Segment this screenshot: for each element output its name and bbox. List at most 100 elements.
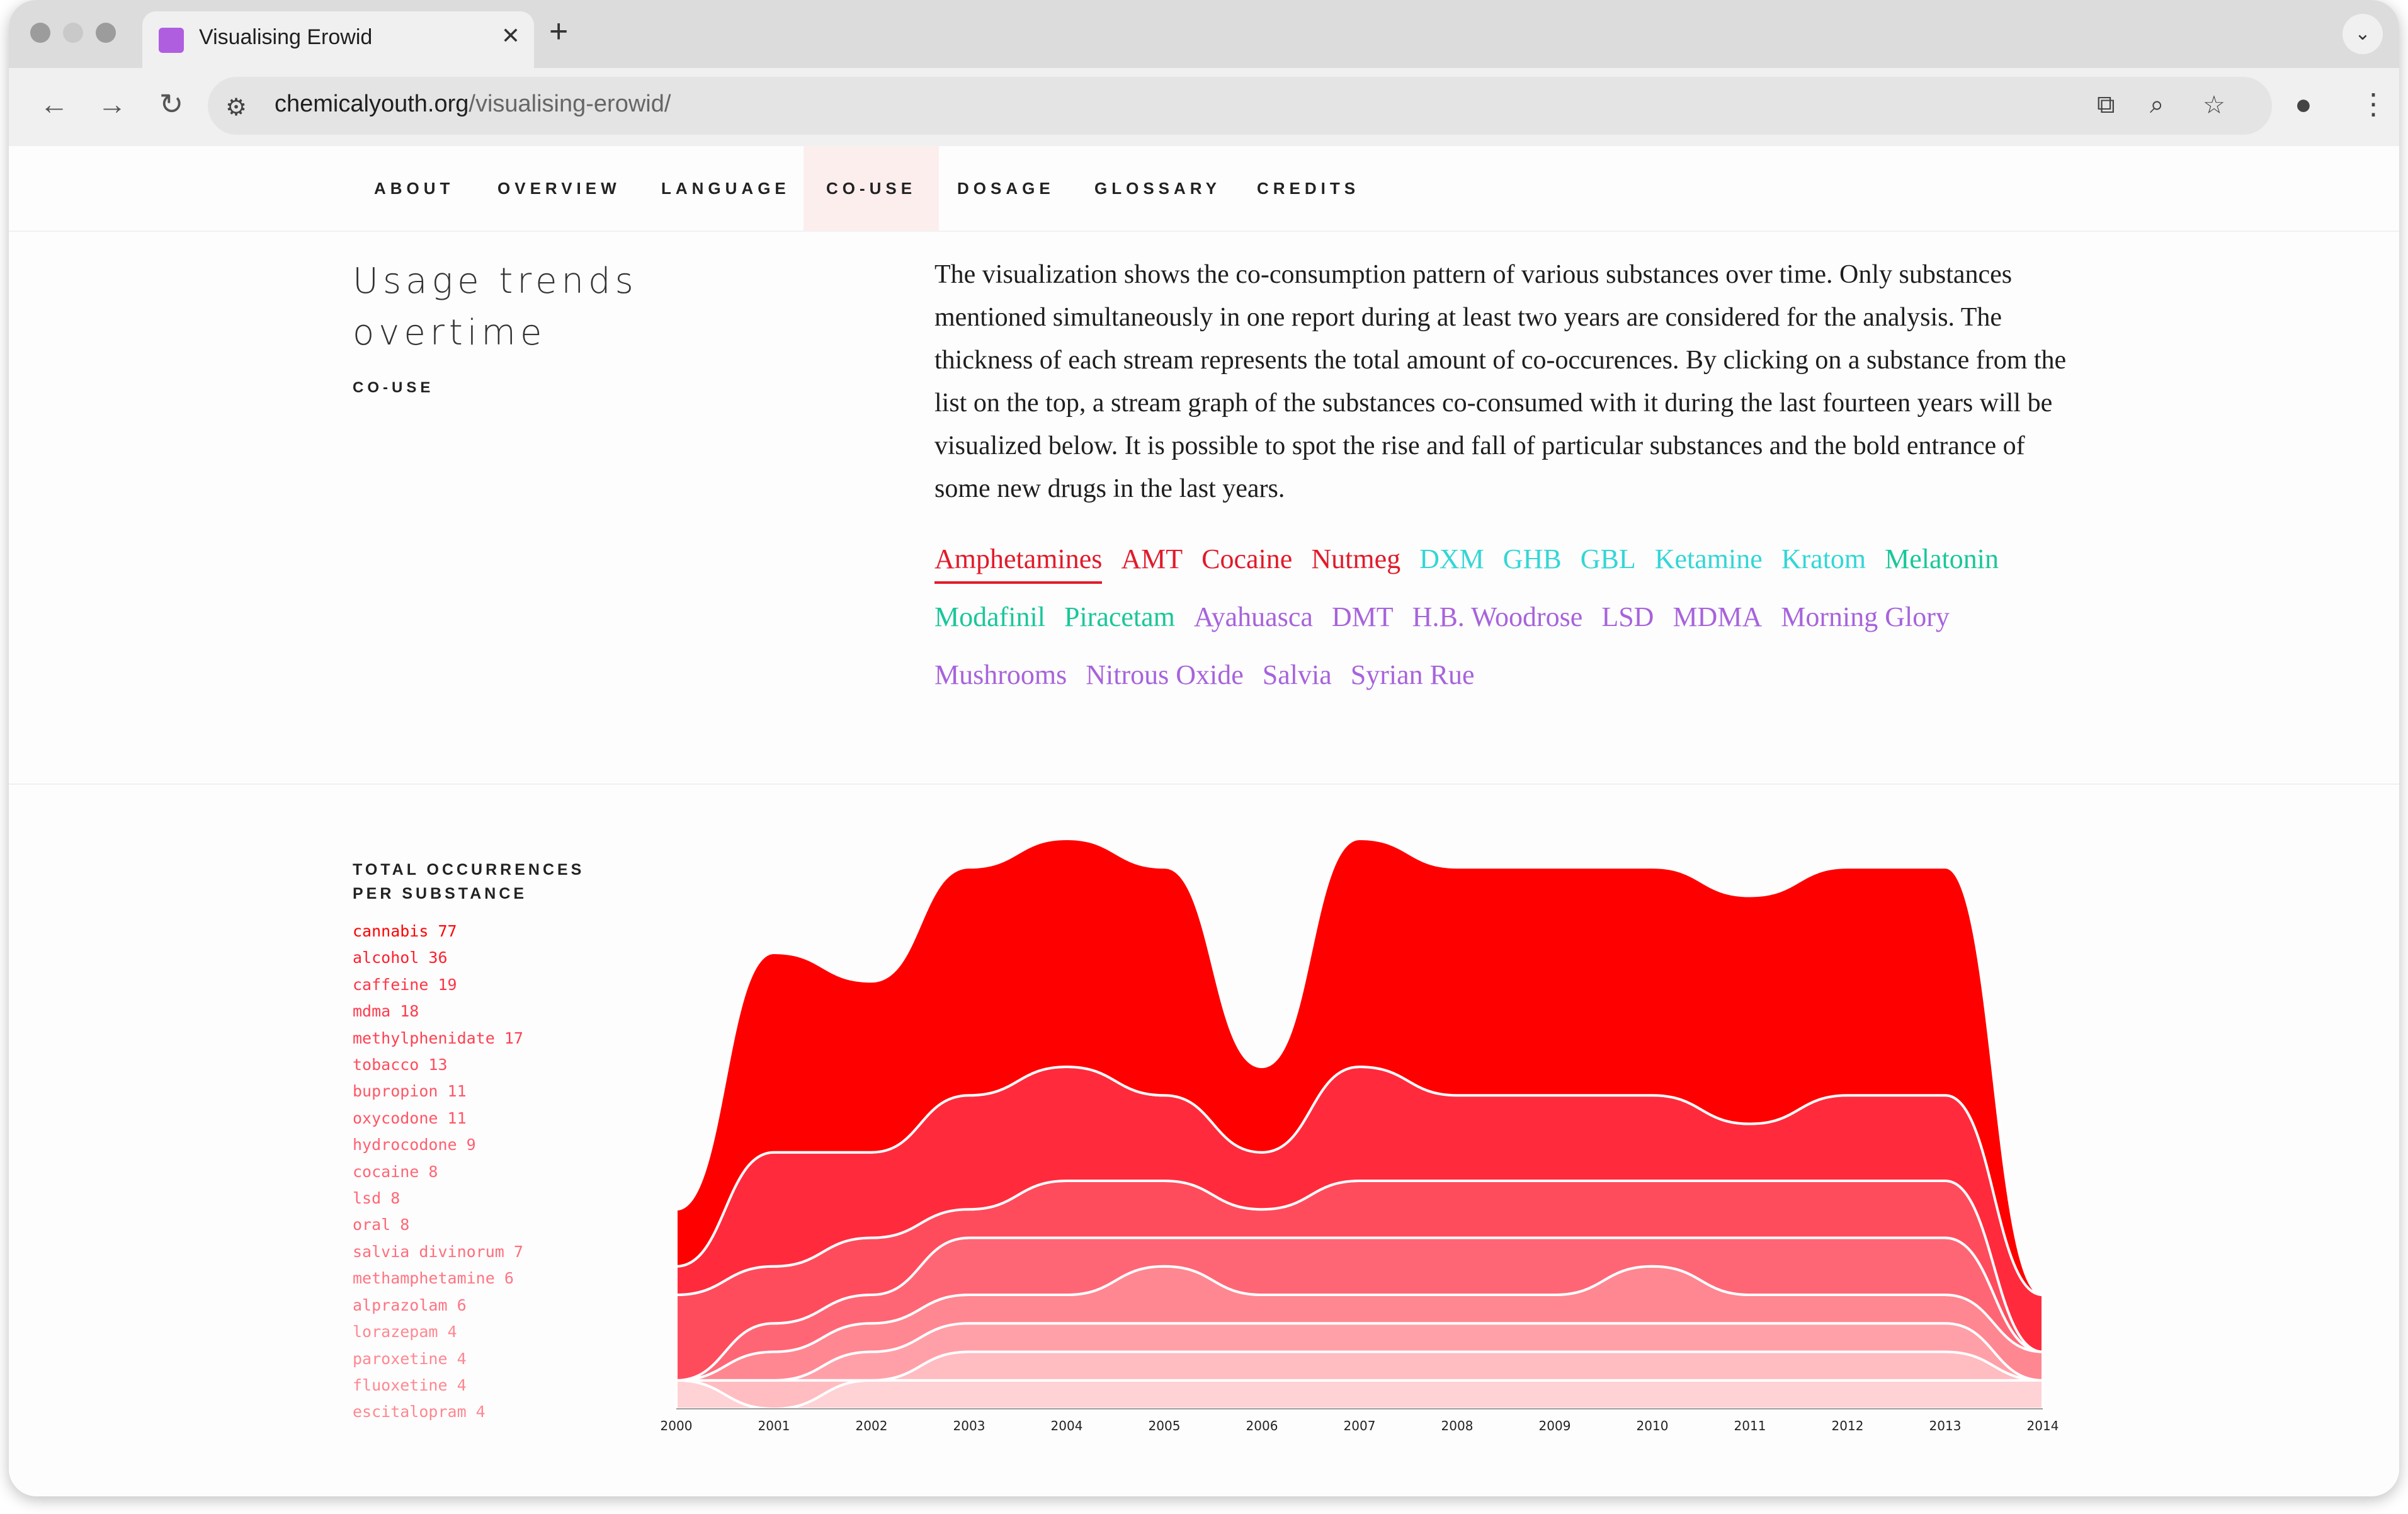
occurrence-item[interactable]: cannabis 77 bbox=[353, 918, 605, 945]
substance-link-cocaine[interactable]: Cocaine bbox=[1201, 530, 1292, 588]
x-tick-label: 2009 bbox=[1539, 1418, 1571, 1433]
occurrence-item[interactable]: paroxetine 4 bbox=[353, 1346, 605, 1372]
occurrence-item[interactable]: methylphenidate 17 bbox=[353, 1025, 605, 1052]
tab-title: Visualising Erowid bbox=[199, 25, 373, 49]
bookmark-star-icon[interactable]: ☆ bbox=[2203, 91, 2225, 120]
section-description: The visualization shows the co-consumpti… bbox=[934, 260, 2067, 503]
url-text[interactable]: chemicalyouth.org/visualising-erowid/ bbox=[275, 91, 671, 118]
nav-glossary[interactable]: GLOSSARY bbox=[1094, 146, 1221, 231]
substance-link-dxm[interactable]: DXM bbox=[1419, 530, 1484, 588]
substance-link-gbl[interactable]: GBL bbox=[1581, 530, 1636, 588]
occurrences-title-line1: TOTAL OCCURRENCES bbox=[353, 861, 585, 879]
tab-strip: Visualising Erowid ✕ + ⌄ bbox=[9, 0, 2399, 68]
occurrence-item[interactable]: hydrocodone 9 bbox=[353, 1132, 605, 1158]
profile-icon[interactable]: ● bbox=[2295, 87, 2312, 121]
occurrence-item[interactable]: lsd 8 bbox=[353, 1185, 605, 1212]
x-tick-label: 2007 bbox=[1344, 1418, 1376, 1433]
occurrences-title-line2: PER SUBSTANCE bbox=[353, 885, 528, 902]
occurrence-item[interactable]: alcohol 36 bbox=[353, 945, 605, 971]
substance-link-amt[interactable]: AMT bbox=[1121, 530, 1183, 588]
new-tab-icon[interactable]: + bbox=[549, 13, 568, 50]
x-tick-label: 2006 bbox=[1246, 1418, 1278, 1433]
address-bar[interactable]: ⚙ chemicalyouth.org/visualising-erowid/ … bbox=[208, 77, 2272, 135]
substance-link-nutmeg[interactable]: Nutmeg bbox=[1311, 530, 1400, 588]
stream-layer[interactable] bbox=[675, 1379, 2044, 1411]
occurrence-item[interactable]: mdma 18 bbox=[353, 998, 605, 1025]
substance-link-ghb[interactable]: GHB bbox=[1503, 530, 1562, 588]
menu-icon[interactable]: ⋮ bbox=[2359, 87, 2388, 121]
back-icon[interactable]: ← bbox=[35, 87, 73, 121]
favicon-icon bbox=[159, 28, 184, 53]
substance-link-melatonin[interactable]: Melatonin bbox=[1885, 530, 1999, 588]
url-path: /visualising-erowid/ bbox=[469, 91, 671, 117]
nav-co-use[interactable]: CO-USE bbox=[804, 146, 940, 231]
tab-close-icon[interactable]: ✕ bbox=[501, 23, 520, 49]
browser-toolbar: ← → ↻ ⚙ chemicalyouth.org/visualising-er… bbox=[9, 68, 2399, 146]
x-tick-label: 2000 bbox=[661, 1418, 693, 1433]
substance-link-mdma[interactable]: MDMA bbox=[1673, 588, 1762, 646]
browser-window: Visualising Erowid ✕ + ⌄ ← → ↻ ⚙ chemica… bbox=[9, 0, 2399, 1496]
substance-link-modafinil[interactable]: Modafinil bbox=[934, 588, 1045, 646]
nav-about[interactable]: ABOUT bbox=[374, 146, 454, 231]
substance-link-salvia[interactable]: Salvia bbox=[1263, 646, 1332, 704]
x-tick-label: 2004 bbox=[1051, 1418, 1083, 1433]
substance-link-h-b-woodrose[interactable]: H.B. Woodrose bbox=[1412, 588, 1583, 646]
reload-icon[interactable]: ↻ bbox=[152, 87, 190, 121]
substance-link-ayahuasca[interactable]: Ayahuasca bbox=[1194, 588, 1313, 646]
occurrence-item[interactable]: caffeine 19 bbox=[353, 972, 605, 998]
nav-credits[interactable]: CREDITS bbox=[1257, 146, 1360, 231]
occurrence-item[interactable]: alprazolam 6 bbox=[353, 1292, 605, 1319]
url-host: chemicalyouth.org bbox=[275, 91, 469, 117]
occurrence-item[interactable]: cocaine 8 bbox=[353, 1159, 605, 1185]
x-tick-label: 2012 bbox=[1832, 1418, 1864, 1433]
x-tick-label: 2010 bbox=[1637, 1418, 1669, 1433]
x-tick-label: 2014 bbox=[2027, 1418, 2059, 1433]
occurrence-item[interactable]: fluoxetine 4 bbox=[353, 1372, 605, 1399]
window-minimize-dot[interactable] bbox=[63, 23, 83, 43]
occurrence-item[interactable]: tobacco 13 bbox=[353, 1052, 605, 1078]
substance-list: Amphetamines AMT Cocaine Nutmeg DXM GHB GBL Ket… bbox=[934, 530, 2068, 704]
nav-language[interactable]: LANGUAGE bbox=[661, 146, 790, 231]
substance-link-kratom[interactable]: Kratom bbox=[1781, 530, 1866, 588]
substance-link-dmt[interactable]: DMT bbox=[1332, 588, 1394, 646]
tab-search-chevron-icon[interactable]: ⌄ bbox=[2343, 14, 2383, 54]
forward-icon[interactable]: → bbox=[93, 87, 131, 121]
x-tick-label: 2011 bbox=[1734, 1418, 1766, 1433]
occurrences-title: TOTAL OCCURRENCES PER SUBSTANCE bbox=[353, 858, 584, 906]
x-tick-label: 2005 bbox=[1149, 1418, 1181, 1433]
active-tab[interactable]: Visualising Erowid ✕ bbox=[142, 11, 534, 68]
occurrence-item[interactable]: salvia divinorum 7 bbox=[353, 1239, 605, 1265]
substance-link-amphetamines[interactable]: Amphetamines bbox=[934, 537, 1103, 584]
x-tick-label: 2003 bbox=[953, 1418, 985, 1433]
occurrences-list: cannabis 77 alcohol 36 caffeine 19 mdma 18 m… bbox=[353, 918, 605, 1435]
occurrence-item[interactable]: escitalopram 4 bbox=[353, 1399, 605, 1425]
section-divider bbox=[9, 783, 2399, 785]
occurrence-item[interactable]: oxycodone 11 bbox=[353, 1105, 605, 1132]
window-close-dot[interactable] bbox=[30, 23, 50, 43]
translate-icon[interactable]: ⧉ bbox=[2097, 91, 2115, 119]
occurrence-item[interactable]: bupropion 11 bbox=[353, 1078, 605, 1105]
x-tick-label: 2002 bbox=[856, 1418, 888, 1433]
section-title: Usage trends overtime bbox=[353, 261, 638, 353]
nav-dosage[interactable]: DOSAGE bbox=[957, 146, 1055, 231]
page-content: ABOUT OVERVIEW LANGUAGE CO-USE DOSAGE GL… bbox=[9, 146, 2399, 1496]
substance-link-lsd[interactable]: LSD bbox=[1601, 588, 1654, 646]
x-tick-label: 2013 bbox=[1929, 1418, 1962, 1433]
substance-link-mushrooms[interactable]: Mushrooms bbox=[934, 646, 1067, 704]
substance-link-nitrous-oxide[interactable]: Nitrous Oxide bbox=[1086, 646, 1244, 704]
substance-link-ketamine[interactable]: Ketamine bbox=[1655, 530, 1763, 588]
occurrence-item[interactable]: lorazepam 4 bbox=[353, 1319, 605, 1345]
substance-link-syrian-rue[interactable]: Syrian Rue bbox=[1351, 646, 1475, 704]
occurrence-item[interactable]: oral 8 bbox=[353, 1212, 605, 1238]
site-settings-icon[interactable]: ⚙ bbox=[225, 93, 247, 122]
occurrence-item[interactable]: methamphetamine 6 bbox=[353, 1265, 605, 1292]
site-navigation: ABOUT OVERVIEW LANGUAGE CO-USE DOSAGE GL… bbox=[9, 146, 2399, 232]
window-maximize-dot[interactable] bbox=[96, 23, 116, 43]
x-tick-label: 2001 bbox=[758, 1418, 790, 1433]
substance-link-morning-glory[interactable]: Morning Glory bbox=[1781, 588, 1950, 646]
section-subtitle: CO-USE bbox=[353, 379, 434, 396]
stream-graph[interactable]: 2000 2001 2002 2003 2004 2005 2006 2007 2008 2009… bbox=[651, 839, 2081, 1469]
substance-link-piracetam[interactable]: Piracetam bbox=[1064, 588, 1175, 646]
zoom-icon[interactable]: ⌕ bbox=[2150, 91, 2164, 119]
nav-overview[interactable]: OVERVIEW bbox=[497, 146, 621, 231]
